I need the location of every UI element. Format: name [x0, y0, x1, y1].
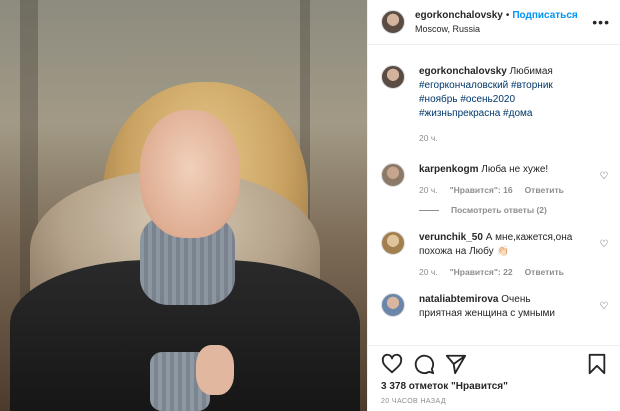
share-icon[interactable] — [445, 353, 467, 375]
posted-ago[interactable]: 20 ЧАСОВ НАЗАД — [368, 392, 620, 411]
location-link[interactable]: Moscow, Russia — [415, 24, 592, 34]
heart-icon[interactable]: ♡ — [598, 171, 610, 197]
follow-button[interactable]: Подписаться — [512, 10, 577, 21]
caption-time[interactable]: 20 ч. — [419, 131, 438, 145]
caption-meta: 20 ч. — [419, 131, 610, 145]
photo-face — [140, 110, 240, 238]
commenter-avatar[interactable] — [381, 231, 405, 255]
caption-hashtags[interactable]: #егоркончаловский #вторник — [419, 80, 553, 91]
instagram-post: egorkonchalovsky • Подписаться Moscow, Rus… — [0, 0, 620, 411]
more-icon[interactable]: ••• — [592, 14, 610, 30]
author-avatar[interactable] — [381, 65, 405, 89]
caption-hashtags[interactable]: #ноябрь #осень2020 — [419, 94, 515, 105]
comment-meta: 20 ч. "Нравится": 16 Ответить — [419, 183, 598, 197]
comment-time[interactable]: 20 ч. — [419, 265, 438, 279]
heart-icon[interactable]: ♡ — [598, 239, 610, 279]
comment-item: nataliabtemirova Очень приятная женщина … — [381, 293, 610, 321]
comment-body: verunchik_50 А мне,кажется,она похожа на… — [419, 231, 598, 279]
author-avatar[interactable] — [381, 10, 405, 34]
post-sidebar: egorkonchalovsky • Подписаться Moscow, Rus… — [367, 0, 620, 411]
commenter-avatar[interactable] — [381, 163, 405, 187]
comment-likes[interactable]: "Нравится": 22 — [450, 265, 513, 279]
commenter-avatar[interactable] — [381, 293, 405, 317]
comment-meta: 20 ч. "Нравится": 22 Ответить — [419, 265, 598, 279]
caption: egorkonchalovsky Любимая #егоркончаловск… — [381, 65, 610, 145]
comment-icon[interactable] — [413, 353, 435, 375]
comment-username[interactable]: verunchik_50 — [419, 232, 483, 243]
comment-body: karpenkogm Люба не хуже! 20 ч. "Нравится… — [419, 163, 598, 197]
reply-button[interactable]: Ответить — [525, 265, 564, 279]
bookmark-icon[interactable] — [586, 353, 608, 375]
comment-item: verunchik_50 А мне,кажется,она похожа на… — [381, 231, 610, 279]
comment-text: Очень — [501, 294, 531, 305]
caption-body: egorkonchalovsky Любимая #егоркончаловск… — [419, 65, 610, 145]
comment-text-line2: приятная женщина с умными — [419, 308, 555, 319]
comment-text: А мне,кажется,она — [485, 232, 573, 243]
post-photo[interactable] — [0, 0, 367, 411]
author-username[interactable]: egorkonchalovsky — [415, 10, 503, 21]
photo-hand — [196, 345, 234, 395]
heart-icon[interactable] — [381, 353, 403, 375]
comment-item: karpenkogm Люба не хуже! 20 ч. "Нравится… — [381, 163, 610, 197]
comment-body: nataliabtemirova Очень приятная женщина … — [419, 293, 598, 321]
caption-username[interactable]: egorkonchalovsky — [419, 66, 507, 77]
caption-text: Любимая — [509, 66, 553, 77]
comment-text-line2: похожа на Любу 👏🏻 — [419, 246, 509, 257]
author-meta: egorkonchalovsky • Подписаться Moscow, Rus… — [415, 10, 592, 34]
comments-list[interactable]: egorkonchalovsky Любимая #егоркончаловск… — [368, 45, 620, 345]
caption-hashtags[interactable]: #жизньпрекрасна #дома — [419, 108, 532, 119]
view-replies-label[interactable]: Посмотреть ответы (2) — [451, 205, 547, 215]
separator-dot: • — [505, 10, 510, 21]
post-header: egorkonchalovsky • Подписаться Moscow, Rus… — [368, 0, 620, 45]
comment-username[interactable]: nataliabtemirova — [419, 294, 498, 305]
divider-line — [419, 209, 439, 211]
comment-username[interactable]: karpenkogm — [419, 164, 478, 175]
heart-icon[interactable]: ♡ — [598, 301, 610, 321]
comment-time[interactable]: 20 ч. — [419, 183, 438, 197]
view-replies-button[interactable]: Посмотреть ответы (2) — [419, 205, 610, 215]
likes-count[interactable]: 3 378 отметок "Нравится" — [368, 381, 620, 392]
reply-button[interactable]: Ответить — [525, 183, 564, 197]
comment-likes[interactable]: "Нравится": 16 — [450, 183, 513, 197]
comment-text: Люба не хуже! — [481, 164, 549, 175]
action-bar — [368, 345, 620, 381]
